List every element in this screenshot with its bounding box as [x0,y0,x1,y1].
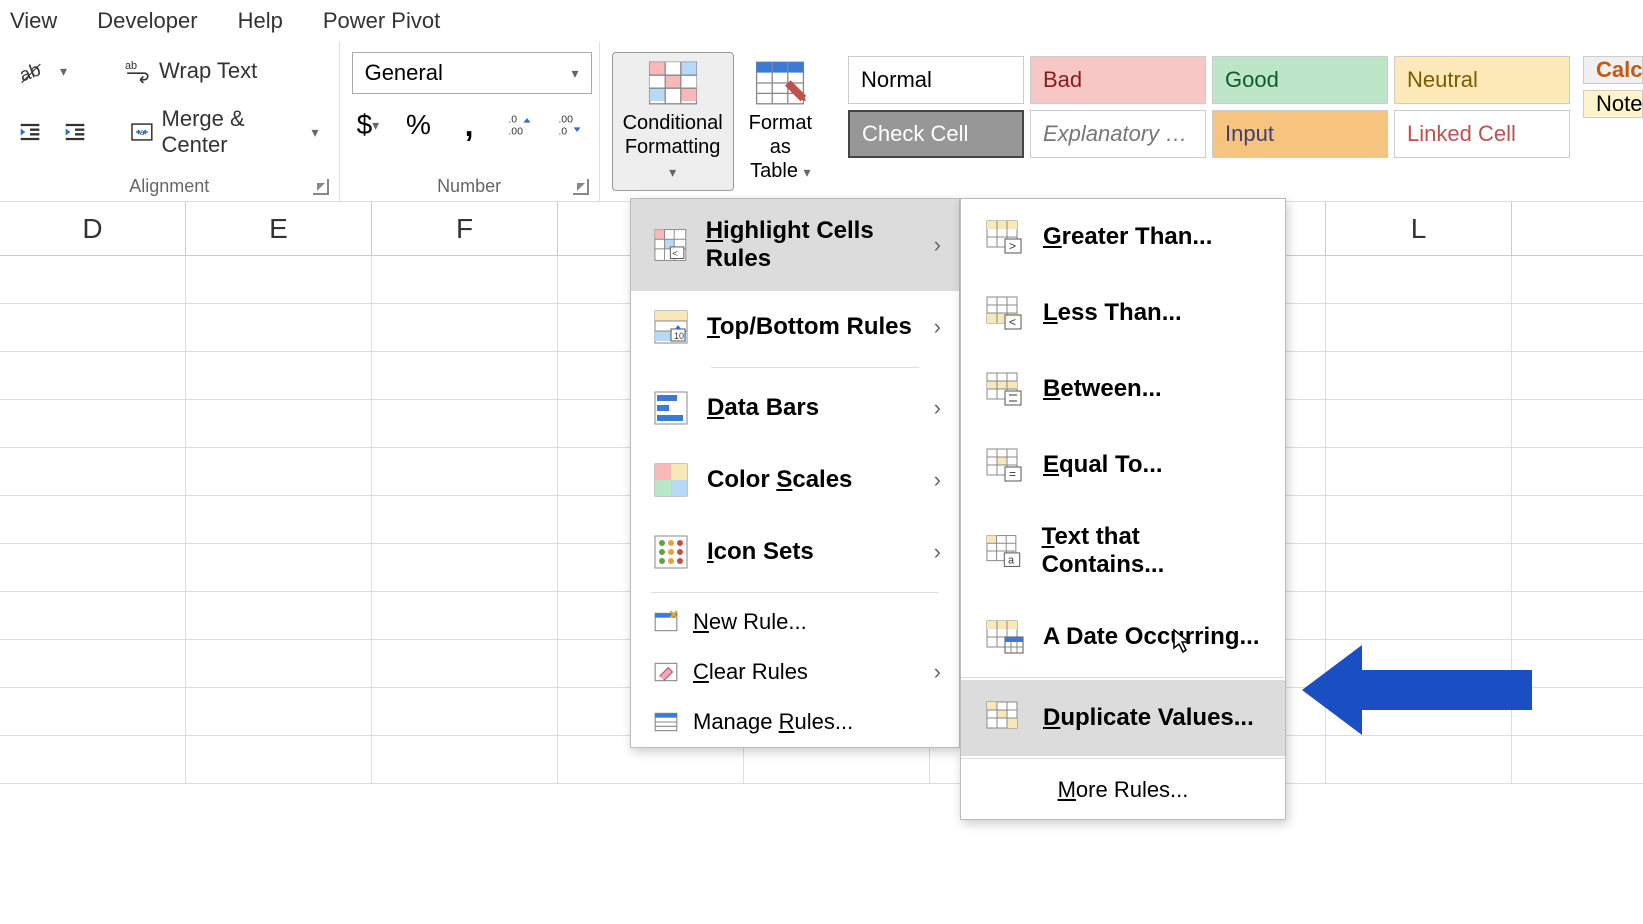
mergecenter-button[interactable]: a Merge & Center ▾ [122,102,327,162]
group-styles-overflow: Calc Note [1583,42,1643,201]
number-launcher[interactable] [573,179,589,195]
conditional-formatting-icon [647,59,699,107]
svg-text:.00: .00 [508,125,523,137]
wraptext-button[interactable]: ab Wrap Text [117,54,265,88]
style-normal[interactable]: Normal [848,56,1024,104]
svg-text:.0: .0 [508,114,517,126]
cf-label-line2: Formatting [625,136,721,158]
style-bad[interactable]: Bad [1030,56,1206,104]
sheet-area: D E F K L < Highlight Cells Rules › 10 T… [0,202,1643,922]
svg-text:>: > [1009,239,1016,253]
col-header-e[interactable]: E [186,202,372,255]
comma-button[interactable]: , [453,106,486,144]
increase-indent-button[interactable] [57,113,92,151]
menu-developer[interactable]: Developer [97,8,197,34]
format-as-table-button[interactable]: Format asTable ▾ [738,52,823,191]
rule-between[interactable]: Between... [961,351,1285,427]
increase-decimal-button[interactable]: .0.00 [503,106,536,144]
ribbon: ab ▾ ab Wrap Text a Merge & Center ▾ Ali [0,42,1643,202]
col-header-d[interactable]: D [0,202,186,255]
svg-text:=: = [1009,467,1016,481]
mouse-cursor-icon [1172,628,1192,654]
cf-icon-sets[interactable]: Icon Sets › [631,516,959,588]
style-explanatory[interactable]: Explanatory … [1030,110,1206,158]
svg-text:.0: .0 [559,125,568,137]
chevron-right-icon: › [934,395,941,421]
rule-less-than[interactable]: < Less Than... [961,275,1285,351]
cf-color-scales[interactable]: Color Scales › [631,444,959,516]
menu-powerpivot[interactable]: Power Pivot [323,8,440,34]
cf-label-line1: Conditional [623,112,723,134]
rule-equal-to[interactable]: = Equal To... [961,427,1285,503]
col-header-l[interactable]: L [1326,202,1512,255]
svg-text:10: 10 [674,331,684,341]
number-format-value: General [365,60,443,86]
rule-duplicate-values[interactable]: Duplicate Values... [961,680,1285,756]
svg-text:ab: ab [125,60,137,72]
svg-text:<: < [672,249,678,260]
rule-date-occurring[interactable]: A Date Occurring... [961,599,1285,675]
group-styles-gallery: Normal Bad Good Neutral Check Cell Expla… [836,42,1583,201]
orientation-caret[interactable]: ▾ [60,63,67,80]
alignment-launcher[interactable] [313,179,329,195]
wraptext-label: Wrap Text [159,58,257,84]
style-linked-cell[interactable]: Linked Cell [1394,110,1570,158]
menu-help[interactable]: Help [238,8,283,34]
currency-button[interactable]: $ ▾ [352,106,385,144]
highlight-cells-submenu: > Greater Than... < Less Than... Between… [960,198,1286,820]
style-good[interactable]: Good [1212,56,1388,104]
style-input[interactable]: Input [1212,110,1388,158]
menubar: View Developer Help Power Pivot [0,0,1643,42]
percent-button[interactable]: % [402,106,435,144]
format-as-table-icon [754,59,806,107]
cf-new-rule[interactable]: New Rule... [631,597,959,647]
number-format-dropdown[interactable]: General ▾ [352,52,592,94]
style-neutral[interactable]: Neutral [1394,56,1570,104]
wraptext-icon: ab [125,58,151,84]
col-header-f[interactable]: F [372,202,558,255]
conditional-formatting-button[interactable]: ConditionalFormatting ▾ [612,52,734,191]
group-number: General ▾ $ ▾ % , .0.00 .00.0 Number [340,42,600,201]
callout-arrow-icon [1302,640,1532,740]
group-styles-buttons: ConditionalFormatting ▾ Format asTable ▾ [600,42,836,201]
alignment-group-label: Alignment [129,176,209,197]
svg-text:<: < [1009,315,1016,329]
svg-text:ab: ab [17,58,43,85]
group-alignment: ab ▾ ab Wrap Text a Merge & Center ▾ Ali [0,42,340,201]
chevron-down-icon: ▾ [572,65,579,82]
orientation-button[interactable]: ab [12,52,50,90]
style-note[interactable]: Note [1583,90,1643,118]
mergecenter-icon: a [130,119,154,145]
chevron-right-icon: › [934,232,941,258]
decrease-decimal-button[interactable]: .00.0 [554,106,587,144]
decrease-indent-button[interactable] [12,113,47,151]
cf-data-bars[interactable]: Data Bars › [631,372,959,444]
conditional-formatting-menu: < Highlight Cells Rules › 10 Top/Bottom … [630,198,960,748]
fat-label-line1: Format as [749,112,812,158]
cf-manage-rules[interactable]: Manage Rules... [631,697,959,747]
fat-label-line2: Table [750,160,798,182]
mergecenter-label: Merge & Center [162,106,304,158]
svg-text:a: a [1008,555,1014,567]
cf-highlight-cells-rules[interactable]: < Highlight Cells Rules › [631,199,959,291]
chevron-right-icon: › [934,539,941,565]
rule-greater-than[interactable]: > Greater Than... [961,199,1285,275]
cf-clear-rules[interactable]: Clear Rules › [631,647,959,697]
menu-view[interactable]: View [10,8,57,34]
svg-text:a: a [140,128,145,137]
svg-text:.00: .00 [559,114,574,126]
chevron-right-icon: › [934,659,941,685]
number-group-label: Number [437,176,501,197]
cf-top-bottom-rules[interactable]: 10 Top/Bottom Rules › [631,291,959,363]
chevron-right-icon: › [934,314,941,340]
rule-more-rules[interactable]: More Rules... [961,761,1285,819]
style-check-cell[interactable]: Check Cell [848,110,1024,158]
mergecenter-caret[interactable]: ▾ [312,124,319,141]
style-calculation[interactable]: Calc [1583,56,1643,84]
chevron-right-icon: › [934,467,941,493]
rule-text-contains[interactable]: a Text that Contains... [961,503,1285,599]
